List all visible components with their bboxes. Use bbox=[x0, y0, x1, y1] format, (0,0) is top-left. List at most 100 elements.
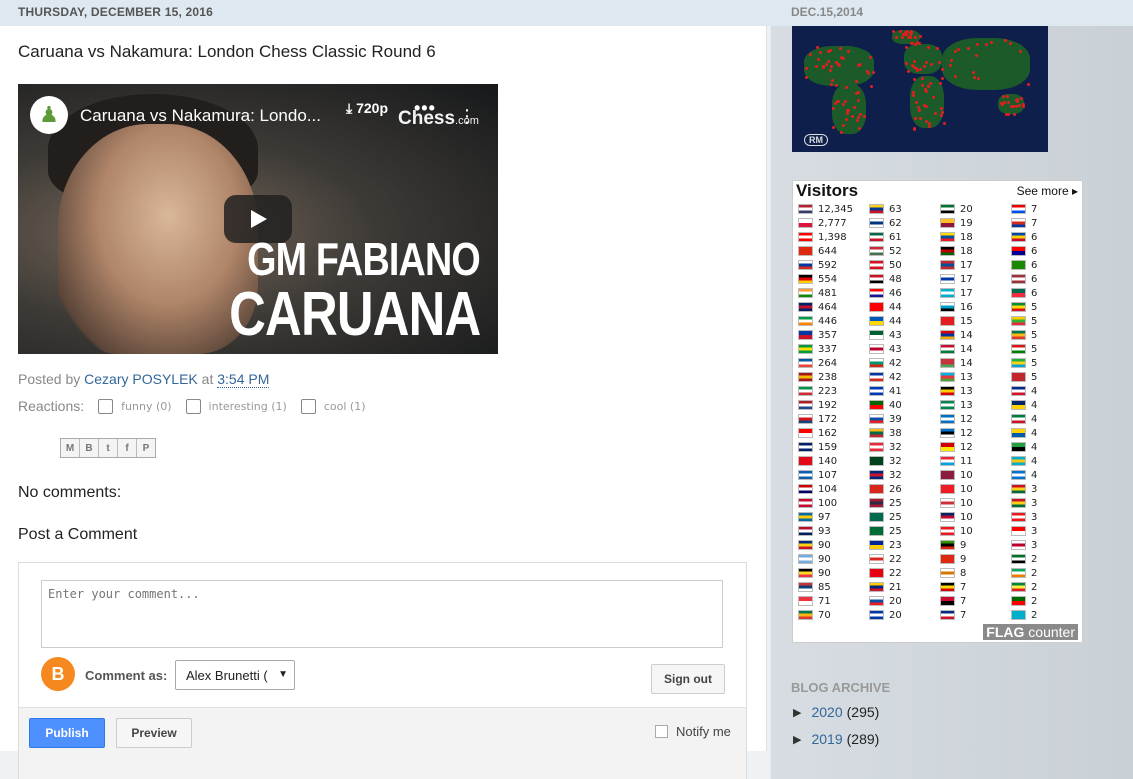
reaction-checkbox[interactable] bbox=[300, 398, 316, 414]
flag-counter-row[interactable]: 14 bbox=[940, 356, 973, 370]
flag-counter-row[interactable]: 6 bbox=[1011, 272, 1037, 286]
flag-counter-row[interactable]: 5 bbox=[1011, 356, 1037, 370]
flag-counter-row[interactable]: 17 bbox=[940, 286, 973, 300]
flag-counter-row[interactable]: 90 bbox=[798, 538, 853, 552]
flag-counter-row[interactable]: 46 bbox=[869, 286, 902, 300]
flag-counter-row[interactable]: 4 bbox=[1011, 454, 1037, 468]
flag-counter-row[interactable]: 2 bbox=[1011, 580, 1037, 594]
flag-counter-row[interactable]: 3 bbox=[1011, 482, 1037, 496]
flag-counter-row[interactable]: 2 bbox=[1011, 552, 1037, 566]
flag-counter-row[interactable]: 42 bbox=[869, 370, 902, 384]
flag-counter-row[interactable]: 22 bbox=[869, 566, 902, 580]
flag-counter-row[interactable]: 85 bbox=[798, 580, 853, 594]
flag-counter-row[interactable]: 4 bbox=[1011, 426, 1037, 440]
preview-button[interactable]: Preview bbox=[116, 718, 192, 748]
flag-counter-row[interactable]: 97 bbox=[798, 510, 853, 524]
flag-counter-row[interactable]: 52 bbox=[869, 244, 902, 258]
flag-counter-row[interactable]: 223 bbox=[798, 384, 853, 398]
reaction-interesting[interactable]: interesting (1) bbox=[185, 398, 287, 414]
flag-counter-row[interactable]: 3 bbox=[1011, 524, 1037, 538]
flag-counter-row[interactable]: 464 bbox=[798, 300, 853, 314]
flag-counter-row[interactable]: 4 bbox=[1011, 412, 1037, 426]
archive-year-link[interactable]: 2019 bbox=[811, 731, 842, 747]
flag-counter-row[interactable]: 337 bbox=[798, 342, 853, 356]
flag-counter-row[interactable]: 5 bbox=[1011, 314, 1037, 328]
flag-counter-row[interactable]: 4 bbox=[1011, 398, 1037, 412]
reaction-checkbox[interactable] bbox=[98, 398, 114, 414]
video-embed[interactable]: ♟ Caruana vs Nakamura: Londo... ⤓ 720p •… bbox=[18, 84, 498, 354]
flag-counter-row[interactable]: 71 bbox=[798, 594, 853, 608]
archive-year-link[interactable]: 2020 bbox=[811, 704, 842, 720]
flag-counter-row[interactable]: 17 bbox=[940, 272, 973, 286]
flag-counter-row[interactable]: 481 bbox=[798, 286, 853, 300]
flag-counter-row[interactable]: 20 bbox=[869, 608, 902, 622]
flag-counter-row[interactable]: 63 bbox=[869, 202, 902, 216]
author-link[interactable]: Cezary POSYLEK bbox=[84, 371, 198, 387]
flag-counter-row[interactable]: 93 bbox=[798, 524, 853, 538]
flag-counter-row[interactable]: 38 bbox=[869, 426, 902, 440]
flag-counter-row[interactable]: 20 bbox=[869, 594, 902, 608]
flag-counter-row[interactable]: 62 bbox=[869, 216, 902, 230]
reaction-cool[interactable]: cool (1) bbox=[300, 398, 366, 414]
flag-counter-row[interactable]: 43 bbox=[869, 342, 902, 356]
expand-triangle-icon[interactable]: ▶ bbox=[793, 733, 801, 746]
flag-counter-row[interactable]: 5 bbox=[1011, 370, 1037, 384]
flag-counter-row[interactable]: 446 bbox=[798, 314, 853, 328]
flag-counter-row[interactable]: 238 bbox=[798, 370, 853, 384]
flag-counter-row[interactable]: 159 bbox=[798, 440, 853, 454]
archive-item-2020[interactable]: ▶ 2020 (295) bbox=[793, 704, 879, 720]
flag-counter-row[interactable]: 12,345 bbox=[798, 202, 853, 216]
flag-counter-row[interactable]: 4 bbox=[1011, 468, 1037, 482]
flag-counter-row[interactable]: 2 bbox=[1011, 566, 1037, 580]
flag-counter-row[interactable]: 48 bbox=[869, 272, 902, 286]
comment-textarea[interactable] bbox=[41, 580, 723, 648]
flag-counter-row[interactable]: 42 bbox=[869, 356, 902, 370]
flag-counter-row[interactable]: 22 bbox=[869, 552, 902, 566]
flag-counter-row[interactable]: 140 bbox=[798, 454, 853, 468]
flag-counter-row[interactable]: 50 bbox=[869, 258, 902, 272]
flag-counter-row[interactable]: 25 bbox=[869, 496, 902, 510]
flag-counter-row[interactable]: 26 bbox=[869, 482, 902, 496]
flag-counter-row[interactable]: 2 bbox=[1011, 594, 1037, 608]
flag-counter-row[interactable]: 90 bbox=[798, 552, 853, 566]
flag-counter-row[interactable]: 592 bbox=[798, 258, 853, 272]
flag-counter-widget[interactable]: Visitors See more ▸ FLAG counter 12,345 2… bbox=[792, 180, 1083, 643]
flag-counter-row[interactable]: 10 bbox=[940, 524, 973, 538]
flag-counter-row[interactable]: 3 bbox=[1011, 538, 1037, 552]
flag-counter-row[interactable]: 10 bbox=[940, 468, 973, 482]
flag-counter-row[interactable]: 9 bbox=[940, 552, 973, 566]
notify-me-toggle[interactable]: Notify me bbox=[655, 724, 731, 739]
flag-counter-row[interactable]: 8 bbox=[940, 566, 973, 580]
flag-counter-row[interactable]: 3 bbox=[1011, 510, 1037, 524]
flag-counter-row[interactable]: 18 bbox=[940, 230, 973, 244]
flag-counter-row[interactable]: 32 bbox=[869, 440, 902, 454]
flag-counter-row[interactable]: 70 bbox=[798, 608, 853, 622]
flag-counter-row[interactable]: 23 bbox=[869, 538, 902, 552]
flag-counter-row[interactable]: 44 bbox=[869, 314, 902, 328]
flag-counter-logo[interactable]: FLAG counter bbox=[983, 624, 1078, 640]
flag-counter-row[interactable]: 20 bbox=[940, 202, 973, 216]
flag-counter-row[interactable]: 25 bbox=[869, 510, 902, 524]
notify-checkbox[interactable] bbox=[655, 725, 668, 738]
flag-counter-row[interactable]: 13 bbox=[940, 370, 973, 384]
flag-counter-row[interactable]: 357 bbox=[798, 328, 853, 342]
video-title[interactable]: Caruana vs Nakamura: Londo... bbox=[80, 106, 321, 126]
flag-counter-row[interactable]: 6 bbox=[1011, 286, 1037, 300]
flag-counter-row[interactable]: 17 bbox=[940, 258, 973, 272]
flag-counter-row[interactable]: 12 bbox=[940, 412, 973, 426]
see-more-link[interactable]: See more ▸ bbox=[1017, 184, 1078, 198]
flag-counter-row[interactable]: 44 bbox=[869, 300, 902, 314]
flag-counter-row[interactable]: 32 bbox=[869, 468, 902, 482]
kebab-menu-icon[interactable]: ⋮ bbox=[458, 106, 476, 127]
flag-counter-row[interactable]: 7 bbox=[940, 580, 973, 594]
flag-counter-row[interactable]: 7 bbox=[1011, 216, 1037, 230]
twitter-icon[interactable]: t bbox=[99, 439, 118, 457]
flag-counter-row[interactable]: 6 bbox=[1011, 258, 1037, 272]
flag-counter-row[interactable]: 4 bbox=[1011, 384, 1037, 398]
flag-counter-row[interactable]: 3 bbox=[1011, 496, 1037, 510]
flag-counter-row[interactable]: 10 bbox=[940, 510, 973, 524]
post-title[interactable]: Caruana vs Nakamura: London Chess Classi… bbox=[18, 42, 436, 62]
flag-counter-row[interactable]: 4 bbox=[1011, 440, 1037, 454]
post-time-link[interactable]: 3:54 PM bbox=[217, 371, 270, 388]
flag-counter-row[interactable]: 7 bbox=[1011, 202, 1037, 216]
